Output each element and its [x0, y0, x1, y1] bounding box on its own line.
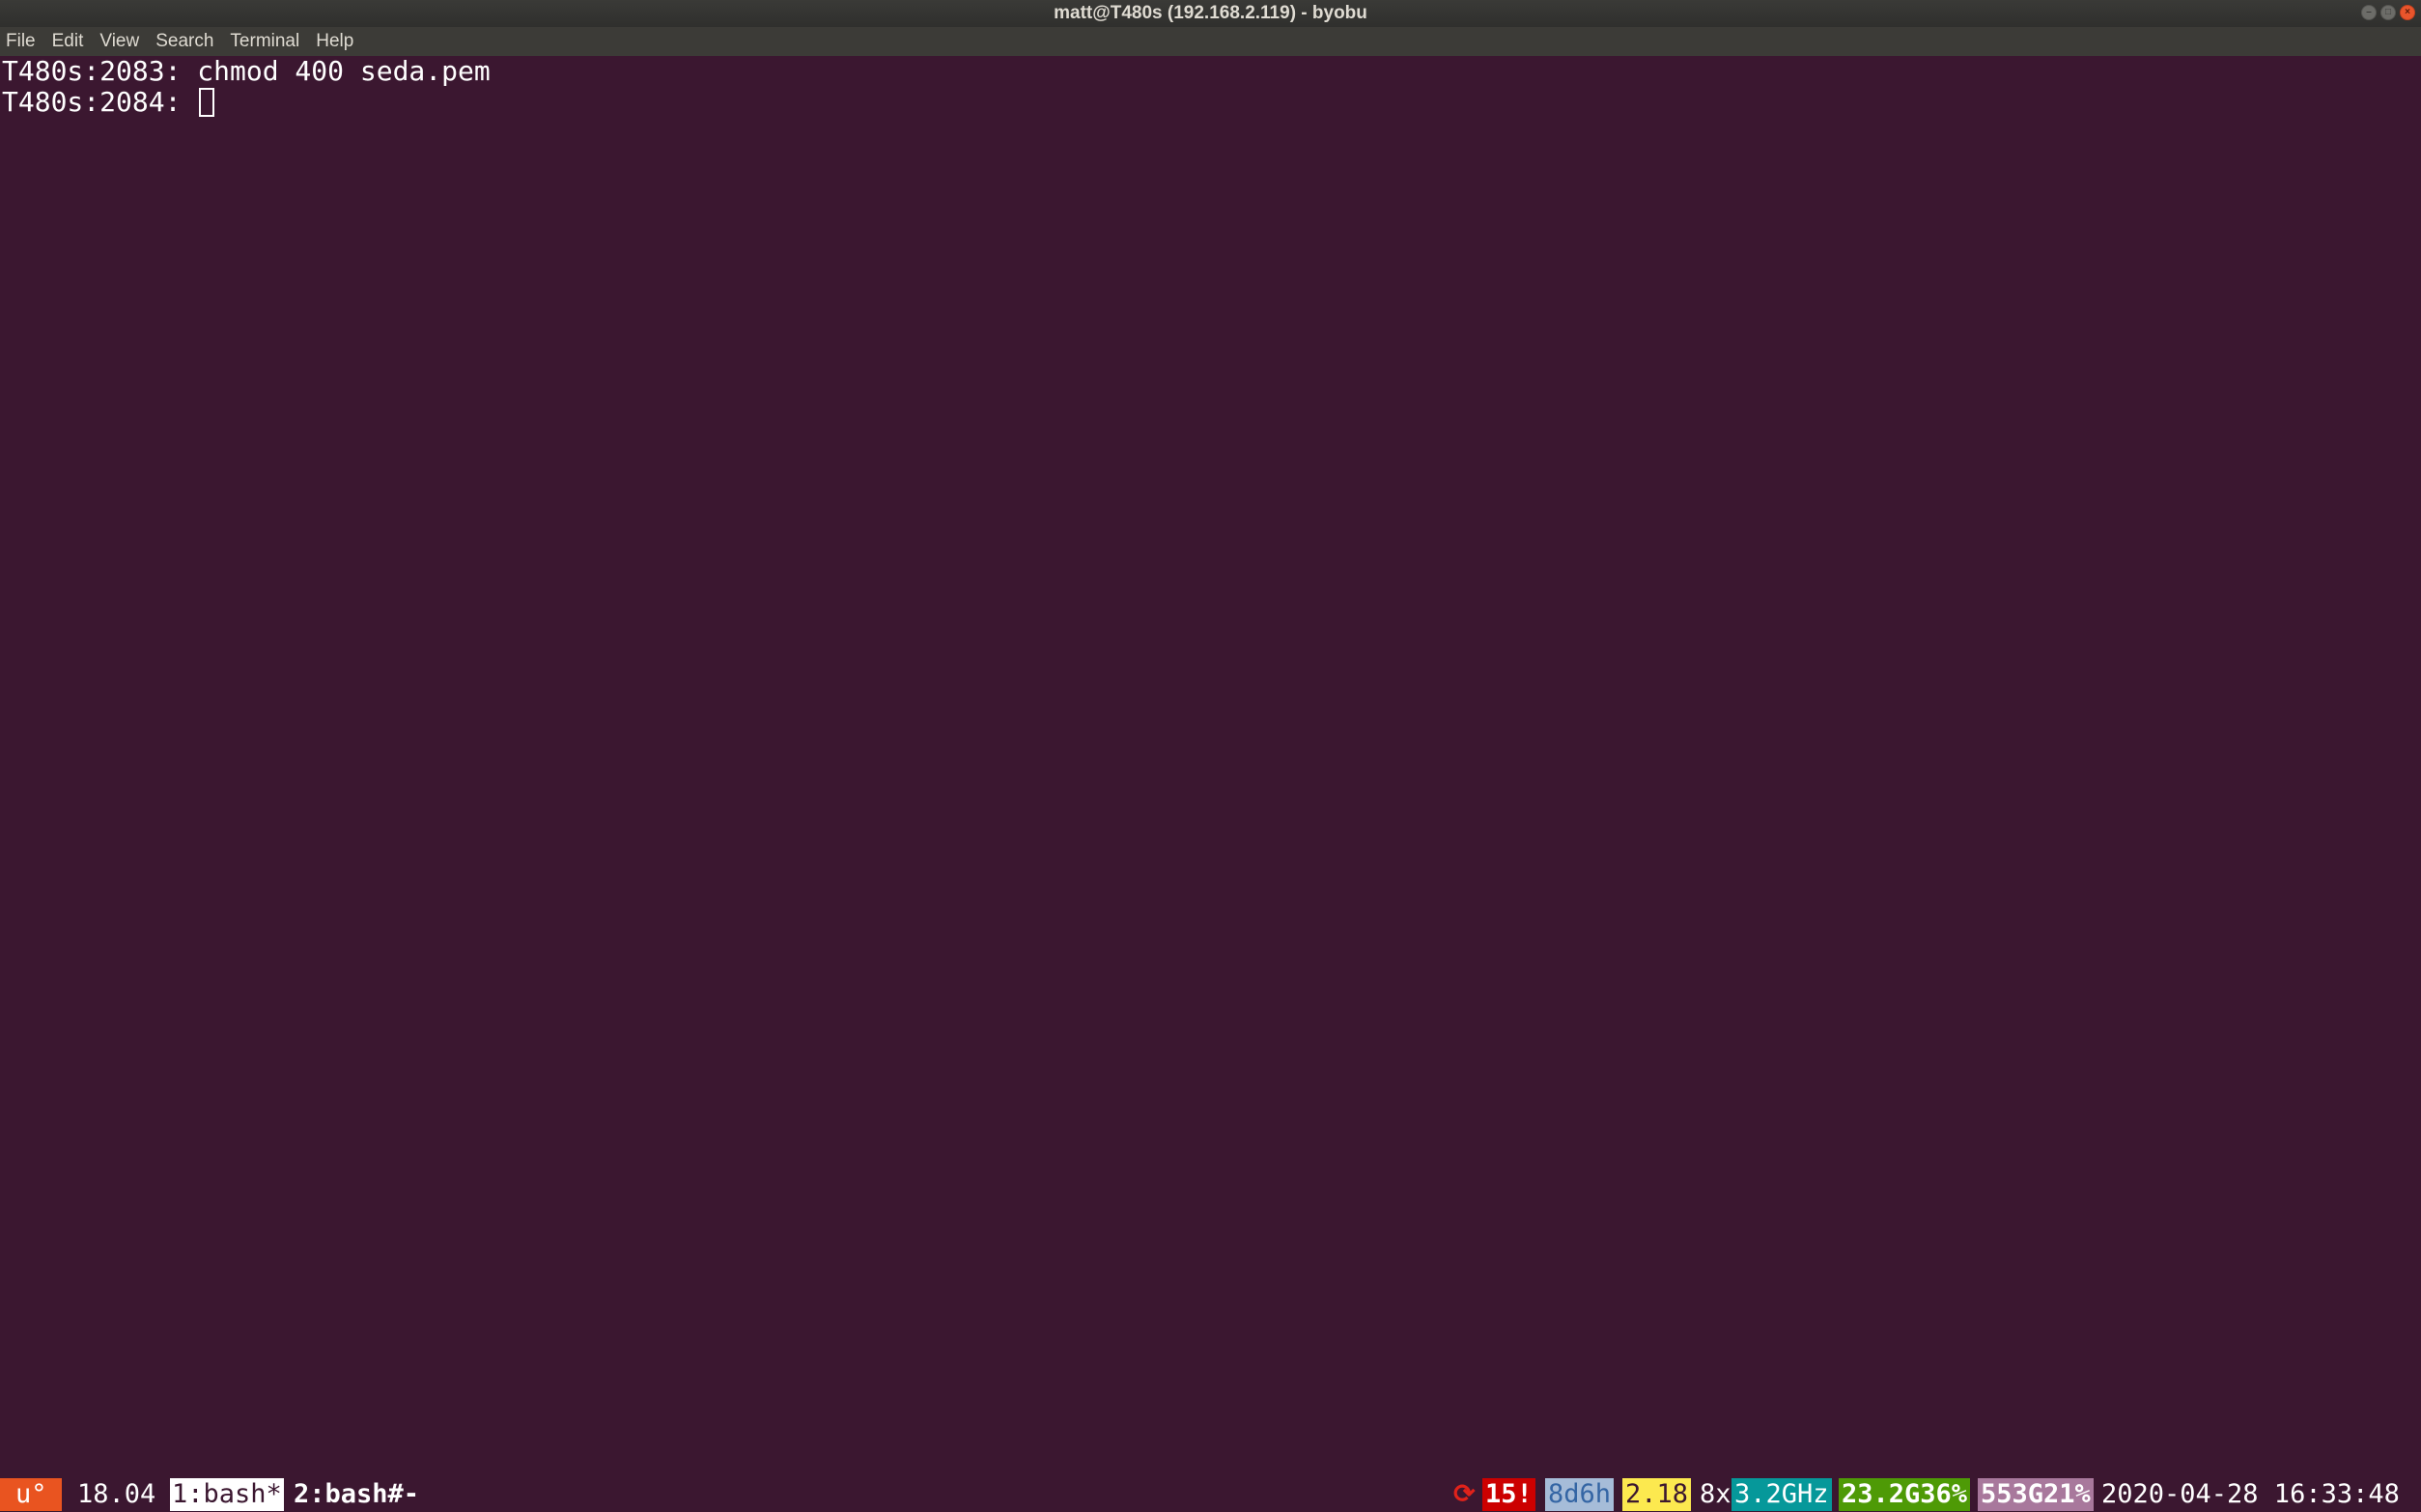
title-bar: matt@T480s (192.168.2.119) - byobu – □ × — [0, 0, 2421, 27]
date-time: 2020-04-28 16:33:48 — [2101, 1479, 2400, 1509]
release-version: 18.04 — [77, 1479, 156, 1509]
reboot-required-icon: ⟳ — [1453, 1479, 1476, 1509]
terminal-window: matt@T480s (192.168.2.119) - byobu – □ ×… — [0, 0, 2421, 1512]
window-title: matt@T480s (192.168.2.119) - byobu — [1054, 3, 1367, 23]
memory-indicator: 23.2G36% — [1839, 1478, 1971, 1511]
terminal-line-text: T480s:2083: chmod 400 seda.pem — [2, 55, 491, 87]
menu-search[interactable]: Search — [155, 27, 213, 56]
menu-file[interactable]: File — [6, 27, 36, 56]
menu-terminal[interactable]: Terminal — [230, 27, 299, 56]
terminal-line: T480s:2083: chmod 400 seda.pem — [2, 56, 2421, 87]
terminal-output[interactable]: T480s:2083: chmod 400 seda.pem T480s:208… — [0, 56, 2421, 1477]
cpu-count-indicator: 8x — [1700, 1479, 1731, 1509]
ubuntu-logo-icon: u° — [0, 1478, 62, 1511]
disk-indicator: 553G21% — [1978, 1478, 2094, 1511]
window-tab-1[interactable]: 1:bash* — [170, 1478, 284, 1511]
byobu-status-bar: u° 18.04 1:bash* 2:bash#- ⟳ 15! 8d6h 2.1… — [0, 1477, 2421, 1512]
menu-edit[interactable]: Edit — [52, 27, 84, 56]
terminal-prompt-line: T480s:2084: — [2, 87, 2421, 118]
uptime-indicator: 8d6h — [1545, 1478, 1615, 1511]
window-tab-2[interactable]: 2:bash#- — [294, 1478, 419, 1511]
cpu-frequency-indicator: 3.2GHz — [1731, 1478, 1832, 1511]
maximize-icon[interactable]: □ — [2380, 5, 2396, 20]
close-icon[interactable]: × — [2400, 5, 2415, 20]
menu-bar: File Edit View Search Terminal Help — [0, 27, 2421, 56]
window-controls: – □ × — [2361, 5, 2415, 20]
load-average-indicator: 2.18 — [1622, 1478, 1692, 1511]
text-cursor — [199, 88, 215, 117]
minimize-icon[interactable]: – — [2361, 5, 2377, 20]
updates-available-badge: 15! — [1482, 1478, 1535, 1511]
menu-view[interactable]: View — [99, 27, 139, 56]
menu-help[interactable]: Help — [316, 27, 353, 56]
terminal-prompt: T480s:2084: — [2, 86, 198, 118]
